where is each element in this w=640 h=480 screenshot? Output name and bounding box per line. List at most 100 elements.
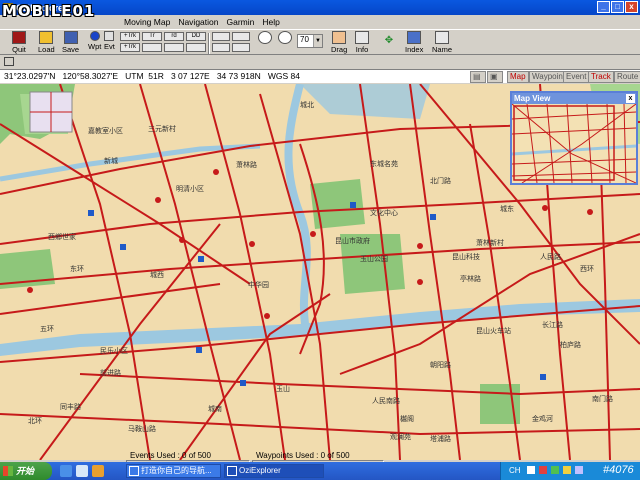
- tool-button[interactable]: [232, 32, 250, 41]
- name-button[interactable]: Name: [432, 31, 452, 55]
- tool-button[interactable]: [212, 32, 230, 41]
- map-label: 东城名苑: [370, 161, 398, 168]
- map-label: 马鞍山路: [128, 426, 156, 433]
- map-label: 昆山市政府: [335, 238, 370, 245]
- map-label: 柏庐路: [560, 342, 581, 349]
- system-tray: CH #4076: [500, 462, 640, 480]
- title-bar: OziExplorer _ □ x: [0, 0, 640, 15]
- coordinate-readout: 31°23.0297'N 120°58.3027'E UTM 51R 3 07 …: [4, 71, 300, 81]
- tool-button[interactable]: +Trk: [120, 32, 140, 41]
- tool-button[interactable]: [142, 43, 162, 52]
- map-label: 明清小区: [176, 186, 204, 193]
- map-label: 城北: [300, 102, 314, 109]
- map-label: 北环: [28, 418, 42, 425]
- index-icon: [407, 31, 422, 44]
- drag-button[interactable]: Drag: [331, 31, 347, 55]
- waypoints-used: Waypoints Used : 0 of 500: [256, 451, 350, 460]
- map-view-window[interactable]: Map View x: [510, 91, 638, 185]
- secondary-toolbar: [0, 56, 640, 68]
- camera-icon[interactable]: ▣: [487, 71, 503, 83]
- ie-icon[interactable]: [76, 465, 88, 477]
- map-view-title-bar[interactable]: Map View x: [512, 93, 636, 104]
- map-label: 朝阳路: [430, 362, 451, 369]
- info-button[interactable]: Info: [355, 31, 369, 55]
- maximize-button[interactable]: □: [611, 1, 624, 13]
- zoom-out-button[interactable]: [278, 31, 292, 55]
- name-icon: [435, 31, 449, 44]
- tray-icon[interactable]: [575, 466, 583, 474]
- media-icon[interactable]: [92, 465, 104, 477]
- tool-button[interactable]: [212, 43, 230, 52]
- map-label: 昆山科技: [452, 254, 480, 261]
- watermark-logo: MOBILE01: [2, 2, 96, 20]
- events-used: Events Used : 0 of 500: [130, 451, 211, 460]
- quit-button[interactable]: Quit: [12, 31, 26, 55]
- map-label: 人民南路: [372, 398, 400, 405]
- tool-button[interactable]: [232, 43, 250, 52]
- map-label: 亭林路: [460, 276, 481, 283]
- quit-icon: [12, 31, 26, 44]
- zoom-select[interactable]: 70 ▼: [297, 34, 323, 48]
- pan-arrows[interactable]: ✥: [378, 31, 400, 55]
- minimize-button[interactable]: _: [597, 1, 610, 13]
- map-label: 玉山: [276, 386, 290, 393]
- desktop-icon[interactable]: [60, 465, 72, 477]
- view-tools-grid: [212, 32, 250, 52]
- map-label: 长江路: [542, 322, 563, 329]
- map-label: 人民路: [540, 254, 561, 261]
- windows-flag-icon: [3, 466, 13, 476]
- tab-route[interactable]: Route: [614, 71, 640, 83]
- tab-event[interactable]: Event: [563, 71, 590, 83]
- toolbar-separator: [208, 33, 210, 54]
- map-label: 新城: [104, 158, 118, 165]
- tray-icon[interactable]: [551, 466, 559, 474]
- language-indicator[interactable]: CH: [509, 466, 521, 475]
- pin-icon[interactable]: [4, 57, 14, 66]
- load-button[interactable]: Load: [38, 31, 55, 55]
- map-label: 城西: [150, 272, 164, 279]
- map-label: 金鸡河: [532, 416, 553, 423]
- save-button[interactable]: Save: [62, 31, 79, 55]
- tab-map[interactable]: Map: [507, 71, 529, 83]
- tool-button[interactable]: [164, 43, 184, 52]
- task-oziexplorer[interactable]: OziExplorer: [224, 464, 324, 478]
- waypoint-icon: [89, 31, 100, 41]
- tool-button[interactable]: [186, 43, 206, 52]
- close-button[interactable]: x: [625, 1, 638, 13]
- menu-garmin[interactable]: Garmin: [222, 17, 258, 27]
- map-label: 昆山火车站: [476, 328, 511, 335]
- map-label: 城东: [500, 206, 514, 213]
- menu-help[interactable]: Help: [258, 17, 283, 27]
- overview-graphics: [512, 104, 636, 183]
- track-tools-grid: +Trk Tr rd DD +Trk: [120, 32, 206, 52]
- toolbar: Quit Load Save Wpt Evt +Trk Tr rd DD +Tr…: [0, 29, 640, 55]
- map-label: 塔浦路: [430, 436, 451, 443]
- tab-track[interactable]: Track: [588, 71, 614, 83]
- waypoint-button[interactable]: Wpt: [88, 31, 101, 55]
- tool-button[interactable]: rd: [164, 32, 184, 41]
- tray-icon[interactable]: [539, 466, 547, 474]
- index-button[interactable]: Index: [405, 31, 423, 55]
- map-label: 城南: [208, 406, 222, 413]
- info-icon: [355, 31, 369, 44]
- map-label: 五环: [40, 326, 54, 333]
- zoom-in-button[interactable]: [258, 31, 272, 55]
- start-button[interactable]: 开始: [0, 462, 52, 480]
- tray-icon[interactable]: [527, 466, 535, 474]
- folder-icon: [39, 31, 54, 44]
- map-view-overview[interactable]: [512, 104, 636, 183]
- tool-button[interactable]: DD: [186, 32, 206, 41]
- tool-button[interactable]: +Trk: [120, 43, 140, 52]
- event-button[interactable]: Evt: [104, 31, 115, 55]
- menu-moving-map[interactable]: Moving Map: [120, 17, 174, 27]
- printer-icon[interactable]: ▤: [470, 71, 486, 83]
- tray-icon[interactable]: [563, 466, 571, 474]
- tool-button[interactable]: Tr: [142, 32, 162, 41]
- task-browser[interactable]: 打造你自己的导航...: [126, 464, 221, 478]
- map-label: 萧林路: [236, 162, 257, 169]
- map-view-close-button[interactable]: x: [626, 94, 635, 103]
- taskbar: 开始 打造你自己的导航... OziExplorer CH #4076: [0, 462, 640, 480]
- menu-navigation[interactable]: Navigation: [174, 17, 222, 27]
- magnifier-icon: [258, 31, 272, 44]
- menu-bar: Moving Map Navigation Garmin Help: [0, 15, 640, 29]
